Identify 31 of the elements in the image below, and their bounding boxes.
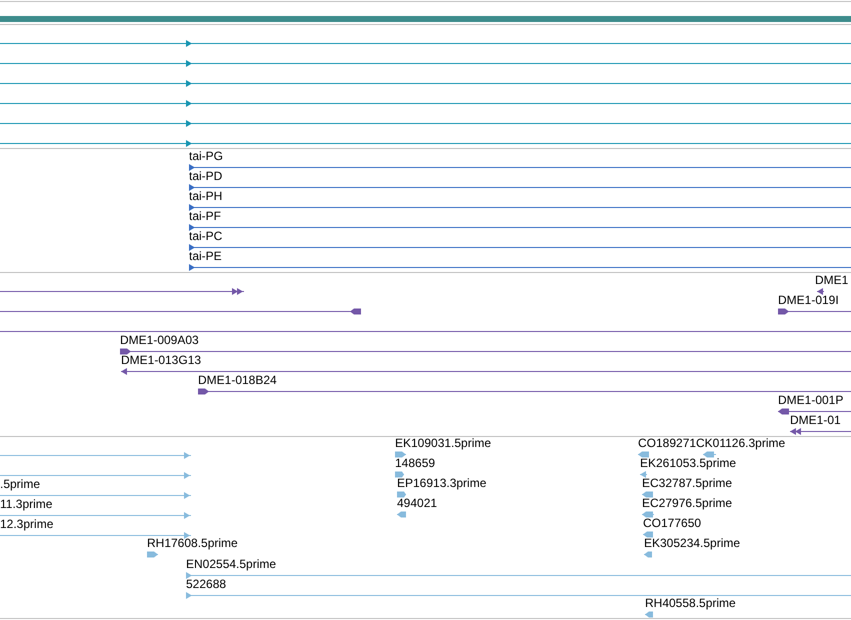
feature-label: DME1-001P <box>778 393 844 407</box>
feature-label: RH40558.5prime <box>645 596 736 610</box>
feature-label: .5prime <box>0 477 40 491</box>
feature-label: 148659 <box>395 456 436 470</box>
feature-label: 522688 <box>186 577 226 591</box>
feature-label: 494021 <box>397 496 438 510</box>
feature-label: tai-PH <box>189 189 222 203</box>
feature-label: CK01126.3prime <box>696 436 786 450</box>
feature-label: 12.3prime <box>0 517 54 531</box>
feature-label: DME1-013G13 <box>121 353 202 367</box>
feature-label: tai-PF <box>189 209 222 223</box>
feature-label: DME1 <box>815 273 848 287</box>
feature-label: tai-PG <box>189 149 224 163</box>
feature-label: EN02554.5prime <box>186 557 276 571</box>
feature-label: RH17608.5prime <box>147 536 238 550</box>
feature-label: CO189271 <box>638 436 696 450</box>
feature-label: EK109031.5prime <box>395 436 492 450</box>
feature-label: tai-PC <box>189 229 222 243</box>
feature-label: EC32787.5prime <box>642 476 732 490</box>
feature-label: 11.3prime <box>0 497 52 511</box>
feature-label: tai-PE <box>189 249 222 263</box>
feature-label: DME1-019I <box>778 293 839 307</box>
feature-label: tai-PD <box>189 169 222 183</box>
feature-label: CO177650 <box>643 516 702 530</box>
feature-label: EK305234.5prime <box>644 536 740 550</box>
feature-label: DME1-018B24 <box>198 373 277 387</box>
feature-label: DME1-01 <box>790 413 841 427</box>
feature-label: EC27976.5prime <box>642 496 732 510</box>
feature-label: EP16913.3prime <box>397 476 486 490</box>
feature-label: DME1-009A03 <box>120 333 199 347</box>
feature-label: EK261053.5prime <box>640 456 736 470</box>
